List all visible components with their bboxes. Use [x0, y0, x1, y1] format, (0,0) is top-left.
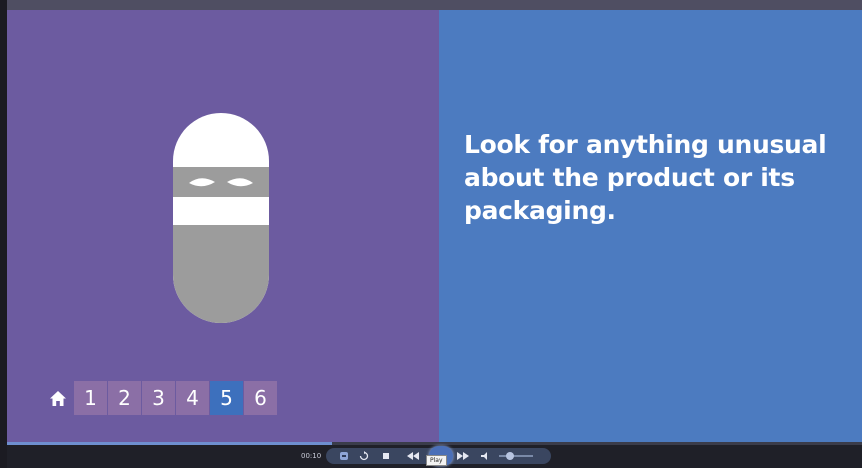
nav-page-3[interactable]: 3	[142, 381, 175, 415]
stop-icon	[383, 453, 389, 459]
fast-forward-icon	[457, 452, 469, 460]
stop-button[interactable]	[379, 448, 393, 464]
volume-slider-thumb[interactable]	[506, 452, 514, 460]
progress-fill	[7, 442, 332, 445]
nav-page-6[interactable]: 6	[244, 381, 277, 415]
replay-button[interactable]	[357, 448, 371, 464]
slide-headline: Look for anything unusual about the prod…	[464, 130, 827, 225]
captions-icon	[340, 452, 348, 460]
home-button[interactable]	[42, 381, 74, 415]
progress-track[interactable]	[7, 442, 862, 445]
left-panel	[7, 10, 439, 442]
captions-button[interactable]	[337, 448, 351, 464]
replay-icon	[359, 451, 369, 461]
home-icon	[50, 390, 66, 406]
nav-page-5[interactable]: 5	[210, 381, 243, 415]
slide-frame: Look for anything unusual about the prod…	[7, 10, 862, 442]
volume-track[interactable]	[499, 455, 533, 457]
masked-thief-illustration	[173, 113, 269, 323]
play-tooltip: Play	[426, 455, 447, 466]
rewind-icon	[407, 452, 419, 460]
nav-page-2[interactable]: 2	[108, 381, 141, 415]
volume-icon	[481, 452, 487, 460]
rewind-button[interactable]	[405, 448, 421, 464]
top-edge	[7, 0, 862, 10]
nav-page-4[interactable]: 4	[176, 381, 209, 415]
fast-forward-button[interactable]	[455, 448, 471, 464]
time-display: 00:10	[301, 452, 322, 460]
right-panel: Look for anything unusual about the prod…	[439, 10, 862, 442]
nav-page-1[interactable]: 1	[74, 381, 107, 415]
volume-button[interactable]	[479, 448, 493, 464]
page-navigation: 1 2 3 4 5 6	[42, 381, 278, 415]
